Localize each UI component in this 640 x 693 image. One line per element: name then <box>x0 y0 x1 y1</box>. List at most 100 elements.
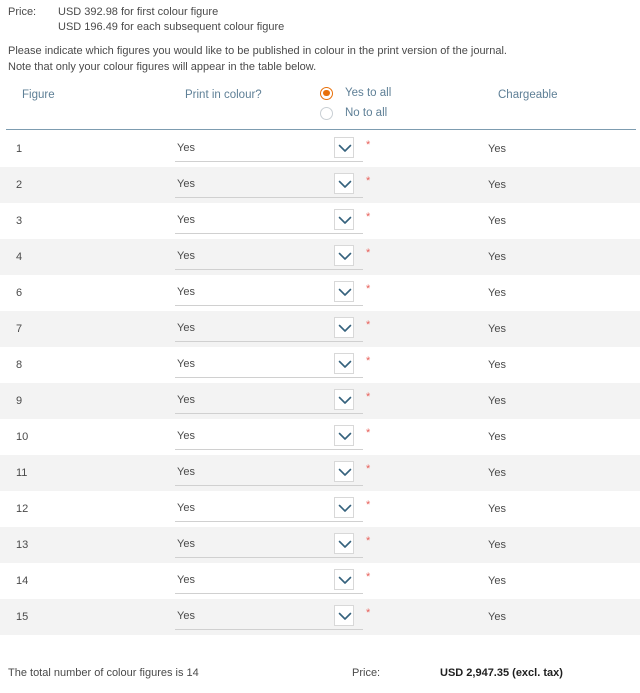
radio-no-to-all-icon[interactable] <box>320 106 333 120</box>
select-dropdown-button[interactable] <box>334 461 354 482</box>
price-spacer <box>0 20 58 35</box>
print-in-colour-value: Yes <box>177 178 195 190</box>
radio-option-no-to-all[interactable]: No to all <box>320 104 391 122</box>
chevron-down-icon <box>338 144 352 152</box>
required-asterisk: * <box>366 427 371 439</box>
print-in-colour-select[interactable]: Yes <box>175 389 363 414</box>
table-row: 2 Yes * Yes <box>0 167 640 203</box>
column-header-figure: Figure <box>22 89 55 101</box>
chevron-down-icon <box>338 396 352 404</box>
radio-yes-to-all-label: Yes to all <box>345 87 392 99</box>
chargeable-value: Yes <box>488 359 506 371</box>
price-first-figure: USD 392.98 for first colour figure <box>58 6 219 18</box>
select-dropdown-button[interactable] <box>334 605 354 626</box>
chevron-down-icon <box>338 468 352 476</box>
radio-no-to-all-label: No to all <box>345 107 388 119</box>
print-in-colour-select[interactable]: Yes <box>175 317 363 342</box>
print-in-colour-select[interactable]: Yes <box>175 425 363 450</box>
figure-number: 8 <box>16 359 23 371</box>
print-in-colour-select[interactable]: Yes <box>175 497 363 522</box>
chevron-down-icon <box>338 612 352 620</box>
chevron-down-icon <box>338 576 352 584</box>
select-dropdown-button[interactable] <box>334 425 354 446</box>
figure-number: 1 <box>16 143 23 155</box>
required-asterisk: * <box>366 319 371 331</box>
radio-option-yes-to-all[interactable]: Yes to all <box>320 84 391 102</box>
figure-number: 15 <box>16 611 29 623</box>
required-asterisk: * <box>366 499 371 511</box>
chargeable-value: Yes <box>488 467 506 479</box>
print-in-colour-value: Yes <box>177 466 195 478</box>
chargeable-value: Yes <box>488 179 506 191</box>
required-asterisk: * <box>366 211 371 223</box>
print-in-colour-select[interactable]: Yes <box>175 173 363 198</box>
figure-number: 3 <box>16 215 23 227</box>
print-in-colour-select[interactable]: Yes <box>175 209 363 234</box>
table-row: 7 Yes * Yes <box>0 311 640 347</box>
chevron-down-icon <box>338 252 352 260</box>
select-dropdown-button[interactable] <box>334 245 354 266</box>
required-asterisk: * <box>366 175 371 187</box>
price-line-subsequent: USD 196.49 for each subsequent colour fi… <box>0 20 640 35</box>
print-in-colour-select[interactable]: Yes <box>175 533 363 558</box>
print-in-colour-value: Yes <box>177 250 195 262</box>
table-row: 15 Yes * Yes <box>0 599 640 635</box>
select-dropdown-button[interactable] <box>334 389 354 410</box>
print-in-colour-select[interactable]: Yes <box>175 137 363 162</box>
footer-total-text: The total number of colour figures is 14 <box>8 667 199 679</box>
select-dropdown-button[interactable] <box>334 137 354 158</box>
print-in-colour-select[interactable]: Yes <box>175 353 363 378</box>
table-row: 14 Yes * Yes <box>0 563 640 599</box>
figure-number: 12 <box>16 503 29 515</box>
table-row: 9 Yes * Yes <box>0 383 640 419</box>
table-row: 12 Yes * Yes <box>0 491 640 527</box>
select-dropdown-button[interactable] <box>334 533 354 554</box>
chargeable-value: Yes <box>488 287 506 299</box>
required-asterisk: * <box>366 283 371 295</box>
select-dropdown-button[interactable] <box>334 569 354 590</box>
print-in-colour-select[interactable]: Yes <box>175 245 363 270</box>
table-row: 11 Yes * Yes <box>0 455 640 491</box>
chargeable-value: Yes <box>488 503 506 515</box>
table-row: 8 Yes * Yes <box>0 347 640 383</box>
select-dropdown-button[interactable] <box>334 353 354 374</box>
instructions-line-1: Please indicate which figures you would … <box>8 45 507 57</box>
figure-number: 4 <box>16 251 23 263</box>
table-row: 4 Yes * Yes <box>0 239 640 275</box>
price-label: Price: <box>8 6 37 18</box>
print-in-colour-select[interactable]: Yes <box>175 461 363 486</box>
required-asterisk: * <box>366 391 371 403</box>
required-asterisk: * <box>366 247 371 259</box>
chevron-down-icon <box>338 180 352 188</box>
required-asterisk: * <box>366 355 371 367</box>
footer-price-label: Price: <box>352 667 381 679</box>
chevron-down-icon <box>338 288 352 296</box>
chargeable-value: Yes <box>488 611 506 623</box>
chargeable-value: Yes <box>488 539 506 551</box>
header-divider <box>6 129 636 130</box>
footer-price-value: USD 2,947.35 (excl. tax) <box>440 667 563 679</box>
radio-yes-to-all-icon[interactable] <box>320 86 333 100</box>
select-dropdown-button[interactable] <box>334 497 354 518</box>
figure-number: 9 <box>16 395 23 407</box>
print-in-colour-value: Yes <box>177 394 195 406</box>
print-in-colour-select[interactable]: Yes <box>175 281 363 306</box>
select-dropdown-button[interactable] <box>334 317 354 338</box>
select-dropdown-button[interactable] <box>334 281 354 302</box>
figure-number: 6 <box>16 287 23 299</box>
select-dropdown-button[interactable] <box>334 209 354 230</box>
figures-table: 1 Yes * Yes 2 Yes * Yes 3 Yes * Yes 4 Yes * Yes 6 Yes * Yes… <box>0 131 640 635</box>
print-in-colour-value: Yes <box>177 286 195 298</box>
chargeable-value: Yes <box>488 215 506 227</box>
print-in-colour-value: Yes <box>177 214 195 226</box>
chargeable-value: Yes <box>488 323 506 335</box>
price-info-block: Price: USD 392.98 for first colour figur… <box>0 0 640 35</box>
figure-number: 14 <box>16 575 29 587</box>
table-row: 1 Yes * Yes <box>0 131 640 167</box>
print-in-colour-select[interactable]: Yes <box>175 569 363 594</box>
print-in-colour-value: Yes <box>177 502 195 514</box>
table-row: 6 Yes * Yes <box>0 275 640 311</box>
print-in-colour-value: Yes <box>177 430 195 442</box>
select-dropdown-button[interactable] <box>334 173 354 194</box>
print-in-colour-select[interactable]: Yes <box>175 605 363 630</box>
